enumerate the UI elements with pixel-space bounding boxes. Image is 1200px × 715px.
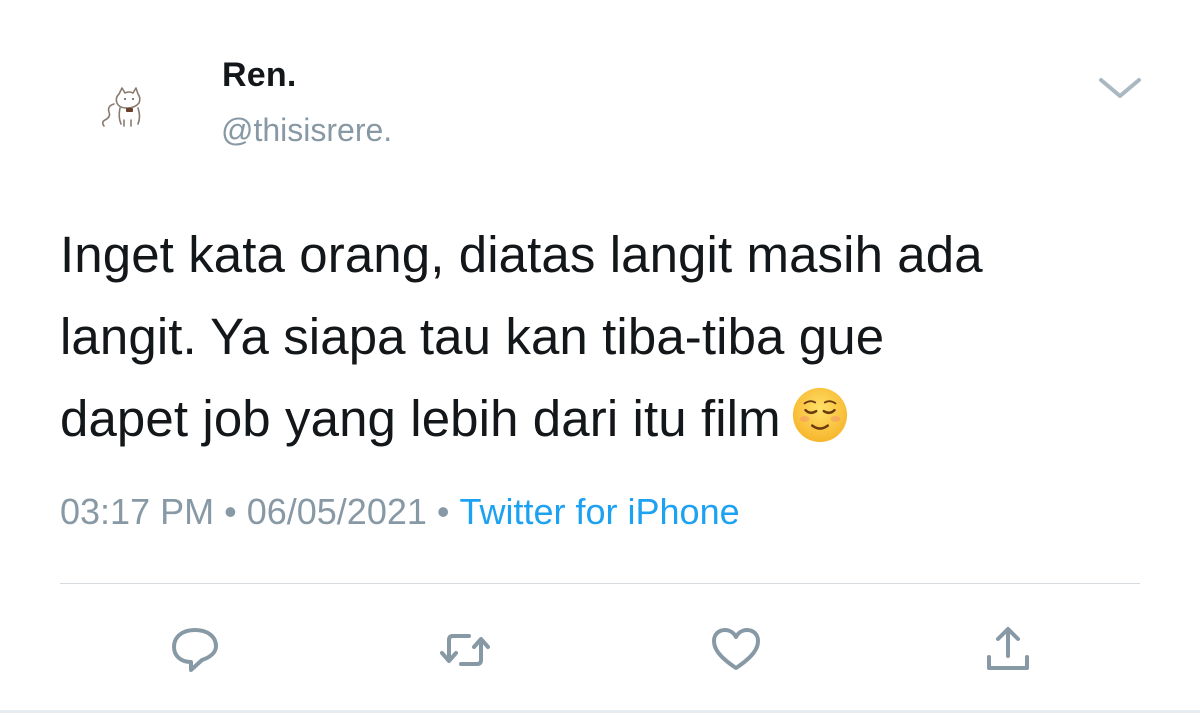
relieved-face-icon [792, 387, 847, 443]
tweet-metadata: 03:17 PM • 06/05/2021 • Twitter for iPhone [60, 491, 740, 533]
like-button[interactable] [708, 624, 764, 676]
tweet-source-link[interactable]: Twitter for iPhone [460, 491, 740, 532]
separator-dot: • [436, 491, 450, 532]
share-icon [987, 627, 1029, 670]
chevron-down-icon [1099, 78, 1141, 98]
divider [60, 583, 1140, 584]
reply-icon [172, 628, 218, 672]
tweet-menu-button[interactable] [1096, 74, 1144, 104]
tweet-card: Ren. @thisisrere. Inget kata orang, diat… [0, 0, 1200, 715]
tweet-text-line: Inget kata orang, diatas langit masih ad… [60, 226, 983, 283]
retweet-button[interactable] [437, 624, 493, 676]
separator-dot: • [224, 491, 237, 532]
user-handle[interactable]: @thisisrere. [221, 112, 392, 149]
avatar[interactable] [78, 68, 170, 160]
tweet-text: Inget kata orang, diatas langit masih ad… [60, 214, 1160, 460]
tweet-text-line-last: dapet job yang lebih dari itu film [60, 378, 1160, 460]
retweet-icon [440, 634, 490, 666]
tweet-date: 06/05/2021 [246, 491, 427, 532]
tweet-text-line: langit. Ya siapa tau kan tiba-tiba gue [60, 308, 885, 365]
cat-avatar-icon [101, 87, 141, 127]
share-button[interactable] [980, 624, 1036, 676]
heart-icon [712, 628, 760, 670]
tweet-time: 03:17 PM [60, 491, 215, 532]
reply-button[interactable] [167, 624, 223, 676]
display-name[interactable]: Ren. [222, 56, 296, 95]
bottom-border [0, 710, 1200, 713]
tweet-text-line: dapet job yang lebih dari itu film [60, 390, 781, 447]
